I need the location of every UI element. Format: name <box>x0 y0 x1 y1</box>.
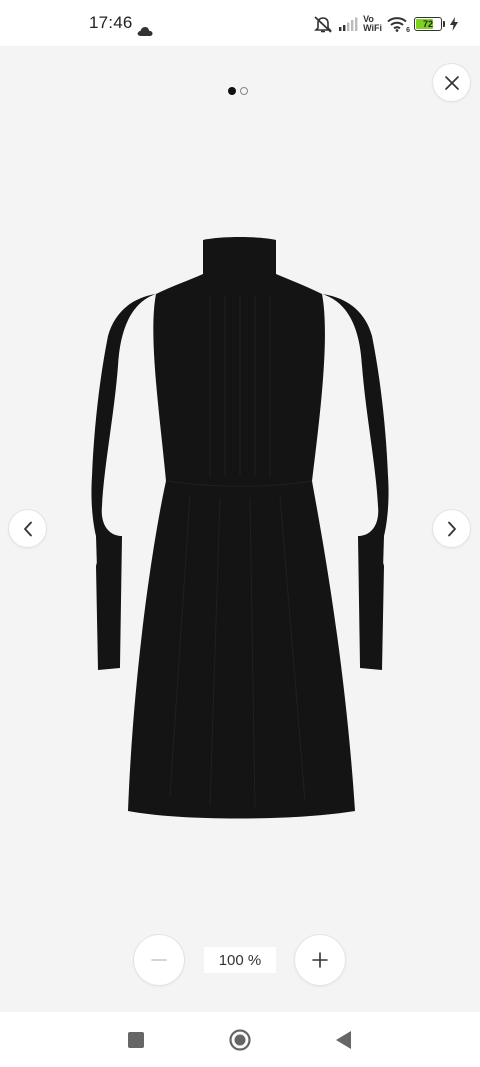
previous-image-button[interactable] <box>9 510 46 547</box>
image-viewer: 100 % <box>0 46 480 1012</box>
pager-dot-1[interactable] <box>228 87 236 95</box>
home-button[interactable] <box>210 1012 270 1067</box>
mute-icon <box>314 16 333 33</box>
battery-nub <box>443 21 445 27</box>
back-button[interactable] <box>314 1012 374 1067</box>
status-time: 17:46 <box>89 13 133 32</box>
zoom-level: 100 % <box>204 947 276 973</box>
zoom-in-button[interactable] <box>295 935 345 985</box>
wifi-standard-label: 6 <box>406 27 410 34</box>
next-image-button[interactable] <box>433 510 470 547</box>
chevron-left-icon <box>23 521 32 536</box>
navigation-bar <box>0 1012 480 1067</box>
pager-dot-2[interactable] <box>240 87 248 95</box>
plus-icon <box>312 952 328 968</box>
close-icon <box>444 75 459 90</box>
zoom-out-button[interactable] <box>134 935 184 985</box>
close-button[interactable] <box>433 64 470 101</box>
chevron-right-icon <box>447 521 456 536</box>
triangle-back-icon <box>336 1030 351 1049</box>
product-image[interactable] <box>90 236 390 866</box>
battery-level: 72 <box>422 19 433 29</box>
status-icons: Vo WiFi 6 72 <box>313 14 458 34</box>
square-recents-icon <box>128 1031 144 1048</box>
charging-icon <box>450 17 458 31</box>
minus-icon <box>151 959 167 961</box>
signal-icon <box>339 17 358 31</box>
pager-indicator <box>228 87 248 95</box>
status-bar: 17:46 Vo WiFi 6 72 <box>0 0 480 46</box>
circle-home-icon <box>229 1028 251 1051</box>
wifi-indicator: 6 <box>387 16 410 34</box>
vowifi-indicator: Vo WiFi <box>363 15 382 33</box>
recents-button[interactable] <box>106 1012 166 1067</box>
cloud-icon <box>137 27 153 36</box>
wifi-icon <box>387 17 407 32</box>
battery-icon: 72 <box>414 17 442 31</box>
vowifi-bottom-label: WiFi <box>363 23 382 33</box>
